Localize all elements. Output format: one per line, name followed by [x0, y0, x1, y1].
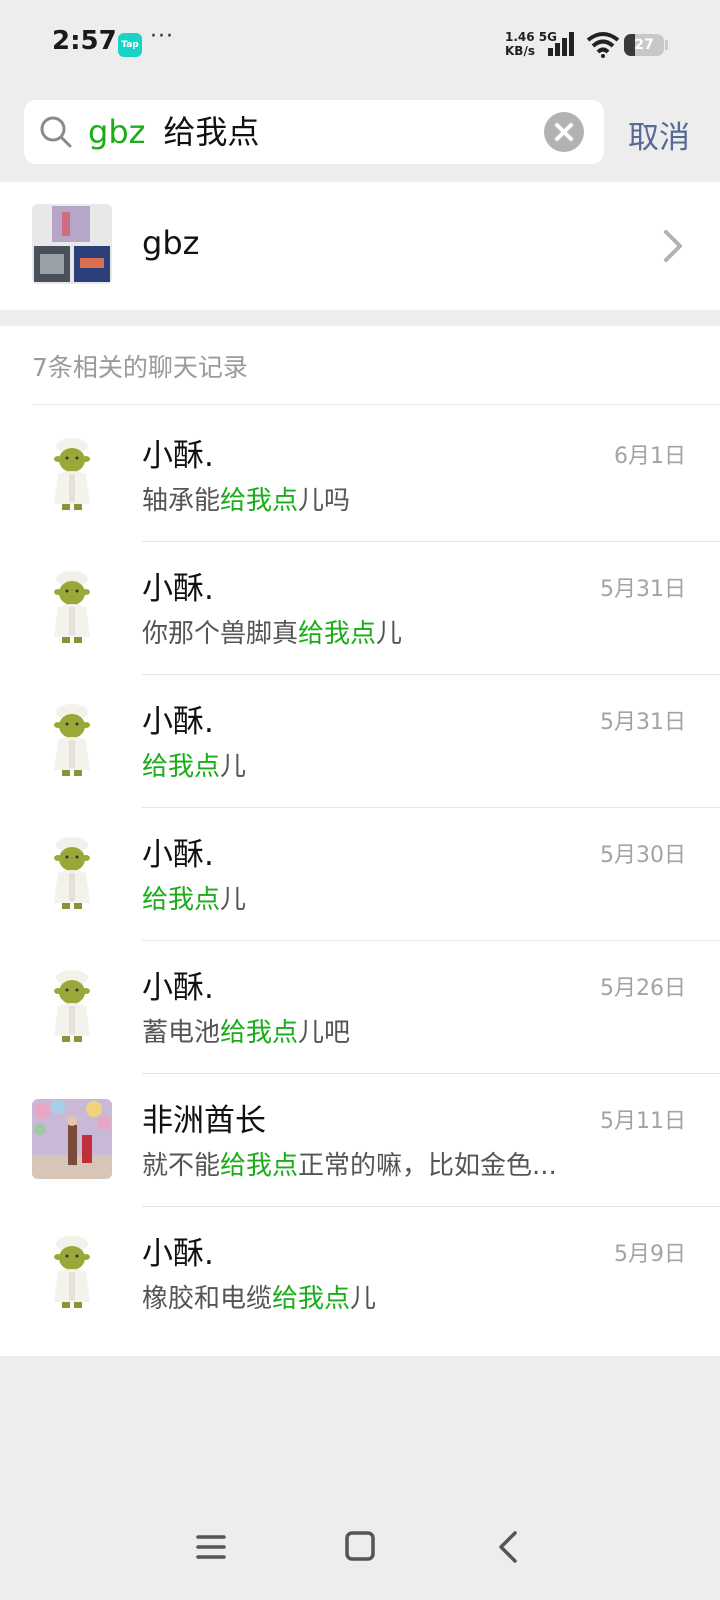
battery-icon: 27: [624, 34, 664, 56]
message-text-after: 儿吧: [298, 1018, 351, 1048]
sender-name: 小酥.: [142, 970, 214, 1006]
avatar: [32, 966, 112, 1046]
message-date: 5月31日: [600, 710, 686, 735]
chat-record-row[interactable]: 小酥. 5月26日 蓄电池给我点儿吧: [0, 938, 720, 1074]
search-keyword: 给我点: [163, 113, 260, 151]
clear-search-button[interactable]: [544, 112, 584, 152]
shrek-avatar-image: [32, 966, 112, 1046]
message-text-after: 儿: [350, 1284, 377, 1314]
message-date: 5月30日: [600, 843, 686, 868]
back-icon[interactable]: [496, 1530, 520, 1564]
message-highlight: 给我点: [220, 486, 299, 516]
close-icon: [555, 123, 573, 141]
contact-name: gbz: [142, 224, 200, 262]
wifi-icon: [586, 32, 620, 58]
chat-record-row[interactable]: 小酥. 5月31日 你那个兽脚真给我点儿: [0, 539, 720, 675]
message-preview: 轴承能给我点儿吗: [142, 480, 350, 517]
shrek-avatar-image: [32, 833, 112, 913]
message-highlight: 给我点: [298, 619, 377, 649]
status-bar: 2:57 Tap ··· 1.46 5G KB/s 27: [0, 0, 720, 92]
photo-avatar-image: [32, 1099, 112, 1179]
sender-name: 小酥.: [142, 571, 214, 607]
shrek-avatar-image: [32, 567, 112, 647]
message-preview: 给我点儿: [142, 746, 246, 783]
message-preview: 就不能给我点正常的嘛，比如金色...: [142, 1145, 557, 1182]
battery-level: 27: [634, 37, 654, 53]
contact-result-card[interactable]: gbz: [0, 182, 720, 310]
message-preview: 你那个兽脚真给我点儿: [142, 613, 402, 650]
message-date: 5月9日: [614, 1242, 686, 1267]
message-highlight: 给我点: [272, 1284, 351, 1314]
results-header: 7条相关的聊天记录: [32, 353, 248, 382]
message-text-after: 儿: [220, 885, 247, 915]
search-query[interactable]: gbz 给我点: [88, 112, 259, 152]
search-row: gbz 给我点 取消: [0, 92, 720, 182]
message-highlight: 给我点: [220, 1151, 299, 1181]
search-icon: [40, 116, 72, 148]
message-text-after: 儿: [220, 752, 247, 782]
message-preview: 蓄电池给我点儿吧: [142, 1012, 350, 1049]
avatar: [32, 833, 112, 913]
message-text-before: 蓄电池: [142, 1018, 221, 1048]
message-text-before: 就不能: [142, 1151, 221, 1181]
system-nav-bar: [0, 1520, 720, 1600]
message-text-after: 儿吗: [298, 486, 351, 516]
shrek-avatar-image: [32, 434, 112, 514]
chat-record-row[interactable]: 小酥. 5月31日 给我点儿: [0, 672, 720, 808]
message-text-after: 正常的嘛，比如金色...: [298, 1151, 557, 1181]
avatar: [32, 700, 112, 780]
divider: [32, 404, 720, 405]
chat-record-row[interactable]: 小酥. 6月1日 轴承能给我点儿吗: [0, 406, 720, 542]
chat-records-section: 7条相关的聊天记录 小酥. 6月1日 轴承能给我点儿吗 小酥. 5月31日 你那…: [0, 326, 720, 1356]
message-text-before: 橡胶和电缆: [142, 1284, 273, 1314]
message-date: 5月31日: [600, 577, 686, 602]
sender-name: 非洲酋长: [142, 1103, 266, 1139]
status-time: 2:57: [52, 26, 117, 56]
avatar: [32, 1232, 112, 1312]
tap-app-icon: Tap: [118, 33, 142, 57]
sender-name: 小酥.: [142, 438, 214, 474]
signal-icon: [548, 32, 574, 56]
home-icon[interactable]: [344, 1530, 376, 1562]
message-date: 5月26日: [600, 976, 686, 1001]
group-avatar-collage: [32, 204, 112, 284]
search-input[interactable]: gbz 给我点: [24, 100, 604, 164]
message-text-before: 轴承能: [142, 486, 221, 516]
avatar: [32, 204, 112, 284]
search-contact-token: gbz: [88, 113, 146, 151]
sender-name: 小酥.: [142, 704, 214, 740]
shrek-avatar-image: [32, 1232, 112, 1312]
avatar: [32, 434, 112, 514]
more-notifications-icon: ···: [150, 24, 174, 49]
message-preview: 橡胶和电缆给我点儿: [142, 1278, 376, 1315]
avatar: [32, 1099, 112, 1179]
message-text-after: 儿: [376, 619, 403, 649]
message-text-before: 你那个兽脚真: [142, 619, 299, 649]
message-highlight: 给我点: [220, 1018, 299, 1048]
cancel-button[interactable]: 取消: [628, 112, 690, 157]
chat-record-row[interactable]: 小酥. 5月30日 给我点儿: [0, 805, 720, 941]
message-date: 5月11日: [600, 1109, 686, 1134]
sender-name: 小酥.: [142, 1236, 214, 1272]
message-highlight: 给我点: [142, 885, 221, 915]
chevron-right-icon: [664, 230, 682, 262]
menu-icon[interactable]: [196, 1532, 226, 1562]
chat-record-row[interactable]: 非洲酋长 5月11日 就不能给我点正常的嘛，比如金色...: [0, 1071, 720, 1207]
shrek-avatar-image: [32, 700, 112, 780]
message-preview: 给我点儿: [142, 879, 246, 916]
avatar: [32, 567, 112, 647]
message-date: 6月1日: [614, 444, 686, 469]
battery-tip: [665, 40, 668, 50]
sender-name: 小酥.: [142, 837, 214, 873]
chat-record-row[interactable]: 小酥. 5月9日 橡胶和电缆给我点儿: [0, 1204, 720, 1340]
message-highlight: 给我点: [142, 752, 221, 782]
